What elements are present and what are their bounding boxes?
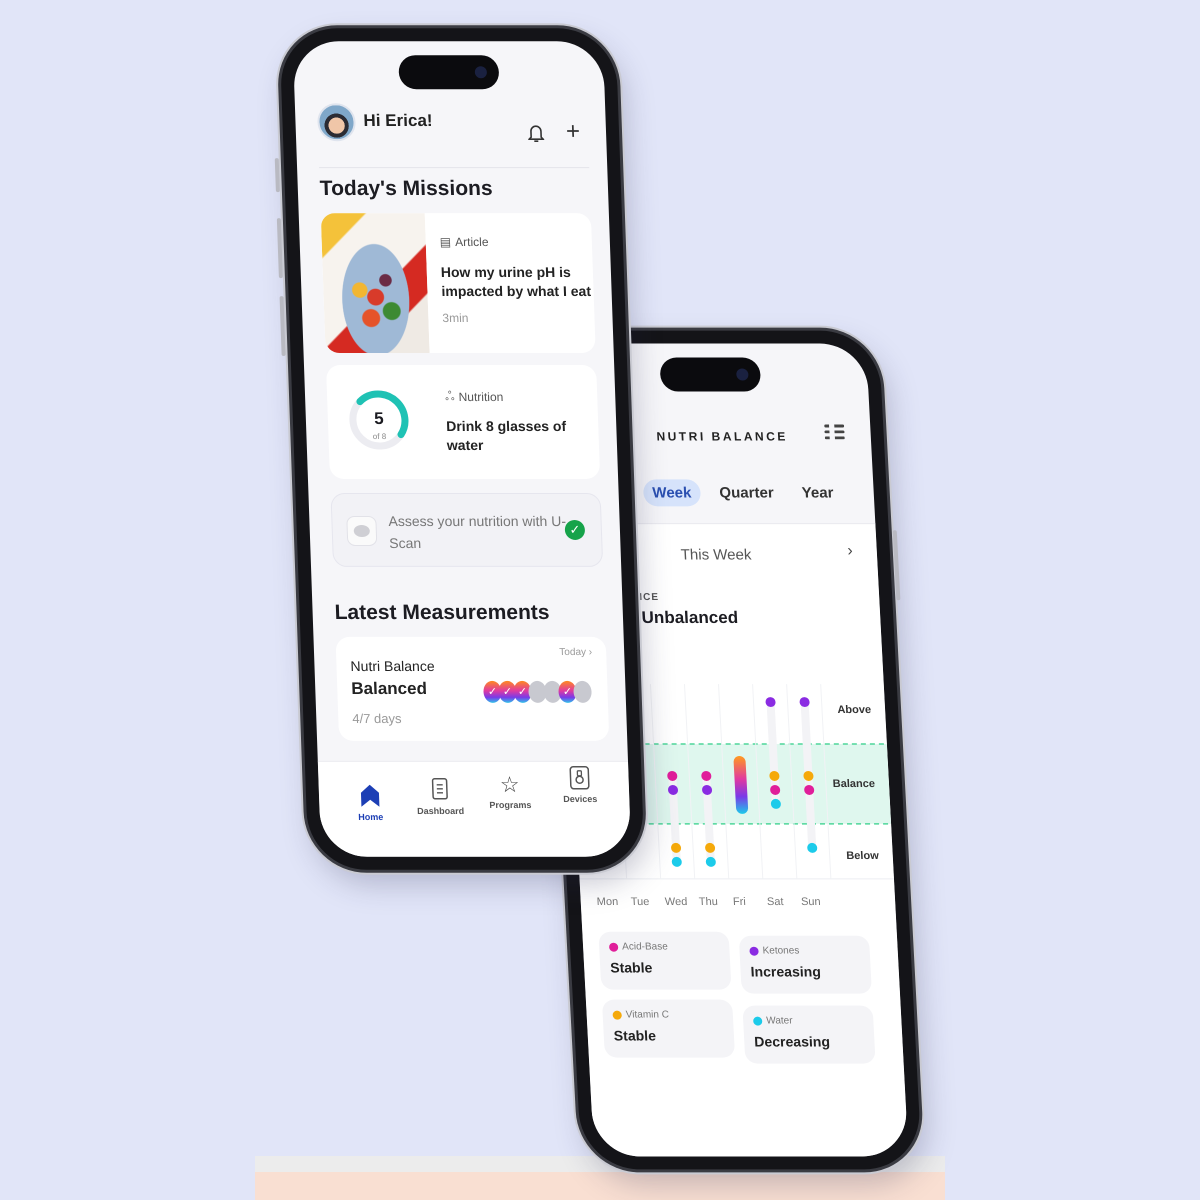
plus-icon[interactable]: +	[566, 118, 581, 146]
stat-card-acid-base[interactable]: Acid-Base Stable	[598, 931, 732, 990]
home-icon	[335, 784, 406, 810]
greeting: Hi Erica!	[363, 111, 433, 131]
acid-base-dot-icon	[608, 942, 619, 952]
stat-name: Water	[765, 1015, 793, 1027]
uscan-text: Assess your nutrition with U-Scan	[388, 512, 567, 551]
article-icon: ▤	[439, 235, 452, 250]
uscan-device-icon	[346, 515, 378, 546]
missions-title: Today's Missions	[319, 177, 493, 201]
check-circle-icon: ✓	[564, 519, 586, 540]
tab-label: Programs	[489, 799, 532, 810]
volume-down-button	[279, 296, 286, 357]
dynamic-island	[659, 357, 762, 392]
day-label: Thu	[698, 895, 719, 908]
stat-name: Ketones	[762, 945, 800, 957]
avatar[interactable]	[316, 103, 357, 142]
period-label: This Week	[680, 546, 752, 564]
stat-card-water[interactable]: Water Decreasing	[742, 1005, 876, 1064]
tab-label: Dashboard	[416, 805, 465, 816]
today-label: Today	[559, 646, 587, 658]
level-label-below: Below	[845, 849, 880, 862]
tab-dashboard[interactable]: Dashboard	[404, 778, 475, 816]
device-icon	[544, 766, 615, 792]
day-label: Sat	[766, 895, 784, 908]
star-icon: ☆	[499, 771, 521, 797]
day-label: Wed	[664, 895, 688, 908]
tab-home[interactable]: Home	[335, 784, 406, 822]
header-divider	[319, 167, 590, 169]
dynamic-island	[398, 55, 500, 90]
tab-quarter[interactable]: Quarter	[710, 479, 784, 506]
stat-value: Decreasing	[753, 1033, 831, 1050]
chevron-right-icon[interactable]: ›	[847, 542, 853, 560]
tab-year[interactable]: Year	[792, 479, 843, 506]
nutrition-icon: ஃ	[444, 389, 455, 404]
measurement-days: 4/7 days	[352, 710, 402, 726]
day-label: Fri	[732, 895, 747, 908]
bottom-tab-bar: Home Dashboard ☆ Programs Devices	[317, 760, 632, 857]
stat-card-ketones[interactable]: Ketones Increasing	[738, 935, 872, 994]
bell-icon[interactable]	[527, 123, 546, 149]
water-progress-gauge: 5 of 8	[345, 387, 413, 453]
measurement-status: Balanced	[350, 678, 428, 698]
stat-name: Vitamin C	[625, 1009, 670, 1021]
uscan-mission-card[interactable]: Assess your nutrition with U-Scan ✓	[330, 492, 604, 567]
nutri-balance-card[interactable]: Nutri Balance Balanced 4/7 days Today › …	[335, 636, 610, 741]
measurement-name: Nutri Balance	[350, 657, 435, 674]
nutrition-mission-card[interactable]: 5 of 8 ஃ Nutrition Drink 8 glasses of wa…	[325, 365, 601, 479]
measurements-title: Latest Measurements	[334, 600, 550, 624]
gauge-value: 5	[373, 409, 384, 429]
period-tabs: Week Quarter Year	[642, 479, 843, 507]
side-button	[892, 530, 901, 601]
tag-label: Nutrition	[458, 390, 504, 405]
day-label: Mon	[596, 895, 619, 908]
volume-up-button	[276, 218, 283, 279]
screen-title: NUTRI BALANCE	[656, 429, 789, 444]
level-label-above: Above	[837, 704, 872, 717]
article-mission-card[interactable]: ▤ Article How my urine pH is impacted by…	[320, 213, 596, 354]
tab-label: Home	[358, 811, 384, 822]
stat-value: Increasing	[750, 963, 822, 980]
tag-label: Article	[454, 235, 489, 250]
level-label-balance: Balance	[832, 777, 876, 790]
pedestal	[255, 1172, 945, 1200]
dashboard-icon	[404, 778, 475, 804]
tab-programs[interactable]: ☆ Programs	[474, 772, 545, 810]
ketones-dot-icon	[749, 946, 759, 956]
vitamin-c-dot-icon	[612, 1010, 622, 1020]
article-duration: 3min	[442, 311, 469, 326]
article-title: How my urine pH is impacted by what I ea…	[440, 264, 592, 300]
today-link[interactable]: Today ›	[559, 647, 592, 658]
missing-day-dot	[573, 680, 592, 703]
day-label: Sun	[800, 895, 821, 908]
tab-label: Devices	[563, 793, 598, 804]
chevron-right-icon: ›	[588, 646, 593, 658]
tab-week[interactable]: Week	[642, 479, 702, 507]
nutrition-tag: ஃ Nutrition	[445, 389, 504, 405]
list-menu-icon[interactable]	[824, 421, 845, 442]
home-screen: Hi Erica! + Today's Missions ▤ Article H…	[292, 41, 632, 857]
metric-caption: NCE	[634, 592, 660, 604]
water-dot-icon	[752, 1016, 763, 1026]
tab-devices[interactable]: Devices	[544, 766, 615, 804]
gauge-total: of 8	[372, 432, 387, 442]
food-bowl-image	[320, 213, 430, 354]
article-tag: ▤ Article	[440, 235, 489, 249]
stat-value: Stable	[613, 1027, 657, 1044]
day-label: Tue	[630, 895, 650, 908]
stat-name: Acid-Base	[621, 941, 669, 953]
stat-value: Stable	[609, 959, 653, 976]
week-results: ✓ ✓ ✓ ✓	[483, 680, 592, 703]
stat-card-vitamin-c[interactable]: Vitamin C Stable	[601, 999, 736, 1058]
action-button	[274, 158, 280, 193]
nutrition-title: Drink 8 glasses of water	[445, 418, 567, 453]
home-header: Hi Erica! +	[316, 103, 590, 169]
phone-home: Hi Erica! + Today's Missions ▤ Article H…	[274, 28, 645, 870]
